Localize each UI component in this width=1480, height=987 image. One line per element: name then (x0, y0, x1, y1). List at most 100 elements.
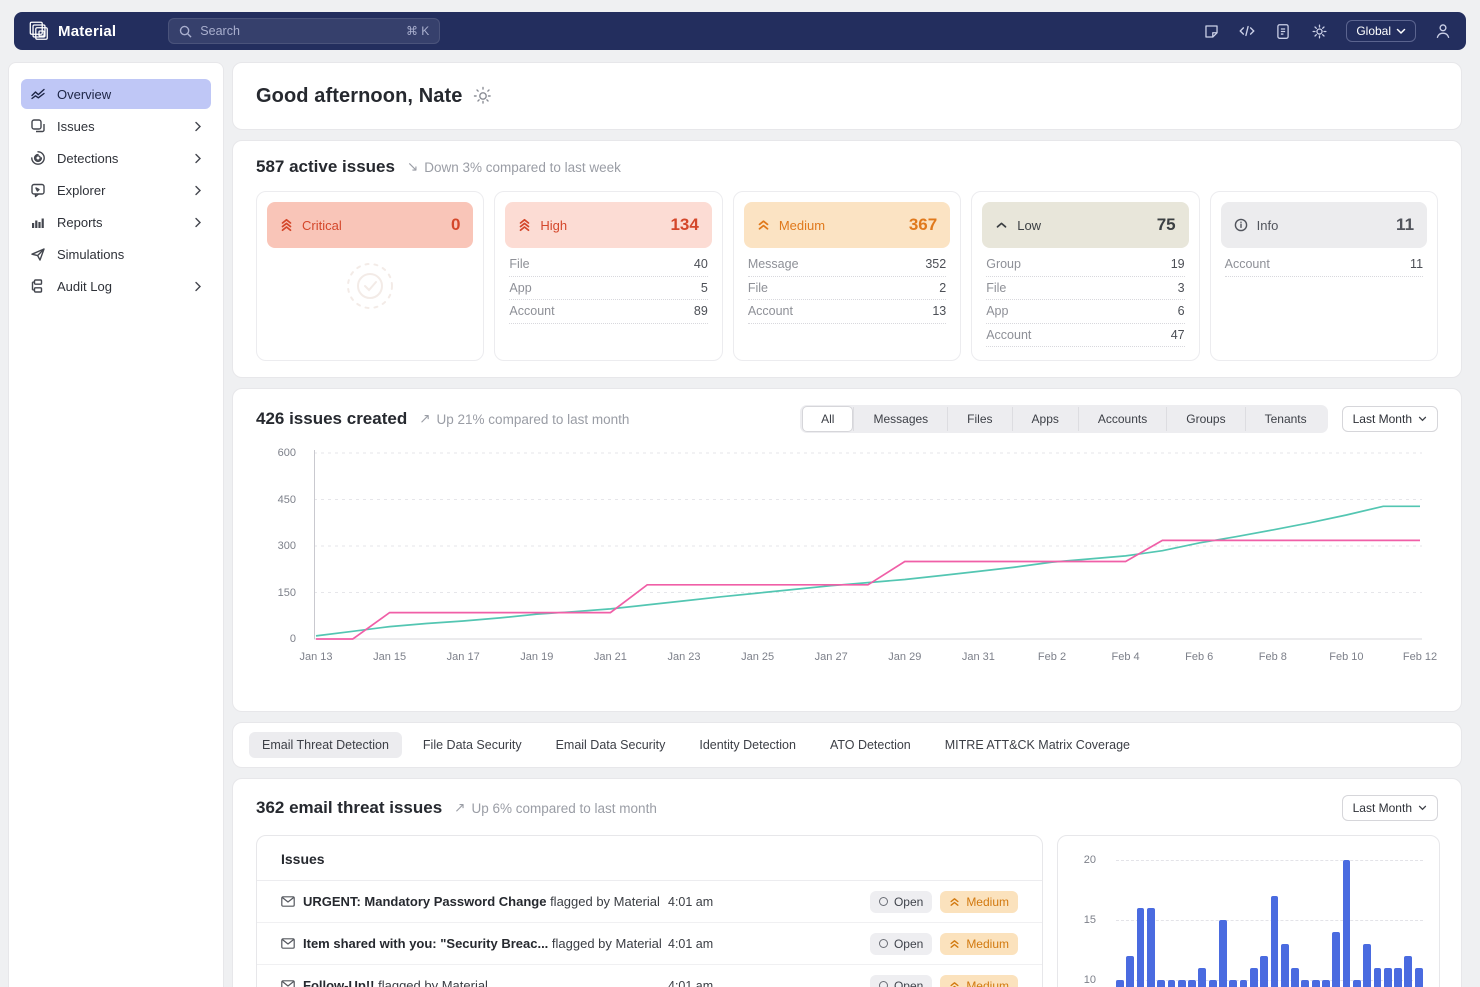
navbar-actions: Global (1202, 20, 1452, 42)
active-issues-subtitle: ↘ Down 3% compared to last week (407, 159, 621, 175)
sidebar-item-label: Audit Log (57, 279, 112, 294)
open-circle-icon (879, 981, 888, 987)
tab-email-threat-detection[interactable]: Email Threat Detection (249, 732, 402, 758)
bar-chart-ylabels: 201510 (1058, 836, 1108, 987)
chevron-right-icon (194, 153, 202, 164)
email-threat-period-dropdown[interactable]: Last Month (1342, 795, 1438, 821)
bar (1198, 968, 1206, 987)
tab-identity-detection[interactable]: Identity Detection (686, 732, 809, 758)
tab-email-data-security[interactable]: Email Data Security (543, 732, 679, 758)
filter-tab-apps[interactable]: Apps (1012, 407, 1078, 431)
breakdown-row: File40 (509, 253, 707, 277)
filter-tab-tenants[interactable]: Tenants (1245, 407, 1326, 431)
info-breakdown: Account11 (1221, 248, 1427, 277)
bar-chart-area: 201510 (1058, 836, 1439, 987)
sidebar-item-audit-log[interactable]: Audit Log (21, 271, 211, 301)
tab-mitre-attack-matrix-coverage[interactable]: MITRE ATT&CK Matrix Coverage (932, 732, 1143, 758)
sidebar-item-label: Reports (57, 215, 103, 230)
issue-title: Follow-Up!! flagged by Material (281, 978, 668, 987)
global-scope-dropdown[interactable]: Global (1346, 20, 1416, 42)
breakdown-row: File2 (748, 277, 946, 301)
chevron-down-icon (1418, 416, 1427, 422)
all-clear-icon (339, 255, 401, 317)
detection-tabs: Email Threat Detection File Data Securit… (232, 722, 1462, 768)
status-badge-open: Open (870, 891, 932, 913)
issues-created-title: 426 issues created (256, 409, 407, 429)
sidebar-item-issues[interactable]: Issues (21, 111, 211, 141)
open-circle-icon (879, 939, 888, 948)
breakdown-row: Account89 (509, 300, 707, 324)
sidebar-item-detections[interactable]: Detections (21, 143, 211, 173)
bar (1240, 980, 1248, 987)
severity-critical-icon (280, 218, 293, 232)
active-issues-title: 587 active issues (256, 157, 395, 177)
line-chart-xlabels: Jan 13Jan 15Jan 17Jan 19Jan 21Jan 23Jan … (314, 651, 1422, 667)
bar (1291, 968, 1299, 987)
issue-row[interactable]: Follow-Up!! flagged by Material 4:01 am … (257, 965, 1042, 987)
issue-time: 4:01 am (668, 937, 713, 951)
sidebar-item-reports[interactable]: Reports (21, 207, 211, 237)
greeting-card: Good afternoon, Nate (232, 62, 1462, 130)
filter-tab-messages[interactable]: Messages (853, 407, 947, 431)
search-shortcut: ⌘ K (406, 24, 429, 38)
sidebar-item-explorer[interactable]: Explorer (21, 175, 211, 205)
chevron-down-icon (1418, 805, 1427, 811)
chevron-right-icon (194, 217, 202, 228)
top-navbar: Material ⌘ K (14, 12, 1466, 50)
status-badge-open: Open (870, 933, 932, 955)
mail-icon (281, 980, 295, 987)
chevron-down-icon (1396, 28, 1406, 35)
line-chart-ylabels: 0150300450600 (256, 449, 308, 645)
filter-tab-groups[interactable]: Groups (1166, 407, 1244, 431)
sidebar-item-simulations[interactable]: Simulations (21, 239, 211, 269)
severity-card-low[interactable]: Low 75 Group19 File3 App6 Account47 (971, 191, 1199, 361)
issue-row[interactable]: Item shared with you: "Security Breac...… (257, 923, 1042, 965)
sidebar: Overview Issues Detec (8, 62, 224, 987)
high-breakdown: File40 App5 Account89 (505, 248, 711, 324)
document-icon[interactable] (1274, 22, 1292, 40)
material-logo-icon (28, 20, 50, 42)
mail-icon (281, 896, 295, 907)
tab-file-data-security[interactable]: File Data Security (410, 732, 535, 758)
bar (1209, 980, 1217, 987)
tab-ato-detection[interactable]: ATO Detection (817, 732, 924, 758)
search-input[interactable] (200, 24, 398, 38)
code-icon[interactable] (1238, 22, 1256, 40)
bar (1374, 968, 1382, 987)
severity-card-medium[interactable]: Medium 367 Message352 File2 Account13 (733, 191, 961, 361)
brand-name: Material (58, 23, 116, 40)
gear-icon[interactable] (1310, 22, 1328, 40)
bar (1312, 980, 1320, 987)
greeting-text: Good afternoon, Nate (256, 85, 462, 108)
sidebar-item-label: Simulations (57, 247, 124, 262)
filter-tab-files[interactable]: Files (947, 407, 1011, 431)
severity-badge-medium: Medium (940, 933, 1018, 955)
severity-card-critical[interactable]: Critical 0 (256, 191, 484, 361)
severity-high-icon (518, 218, 531, 232)
page: Material ⌘ K (0, 0, 1480, 987)
breakdown-row: File3 (986, 277, 1184, 301)
severity-cards-row: Critical 0 (256, 191, 1438, 361)
issues-list-header: Issues (257, 836, 1042, 881)
sidebar-item-overview[interactable]: Overview (21, 79, 211, 109)
email-threat-bar-chart-card: 201510 (1057, 835, 1440, 987)
user-avatar-icon[interactable] (1434, 22, 1452, 40)
severity-card-high[interactable]: High 134 File40 App5 Account89 (494, 191, 722, 361)
chevron-right-icon (194, 281, 202, 292)
bar (1394, 968, 1402, 987)
changelog-note-icon[interactable] (1202, 22, 1220, 40)
bar (1168, 980, 1176, 987)
severity-card-info[interactable]: Info 11 Account11 (1210, 191, 1438, 361)
filter-tab-accounts[interactable]: Accounts (1078, 407, 1166, 431)
brand[interactable]: Material (28, 20, 116, 42)
filter-tab-all[interactable]: All (802, 406, 853, 432)
breakdown-row: Account11 (1225, 253, 1423, 277)
bar (1322, 980, 1330, 987)
email-issues-list: Issues URGENT: Mandatory Password Change… (256, 835, 1043, 987)
issue-row[interactable]: URGENT: Mandatory Password Change flagge… (257, 881, 1042, 923)
issues-created-period-dropdown[interactable]: Last Month (1342, 406, 1438, 432)
search-bar[interactable]: ⌘ K (168, 18, 440, 44)
bar-chart-plot (1116, 860, 1423, 987)
bar (1343, 860, 1351, 987)
issue-time: 4:01 am (668, 895, 713, 909)
